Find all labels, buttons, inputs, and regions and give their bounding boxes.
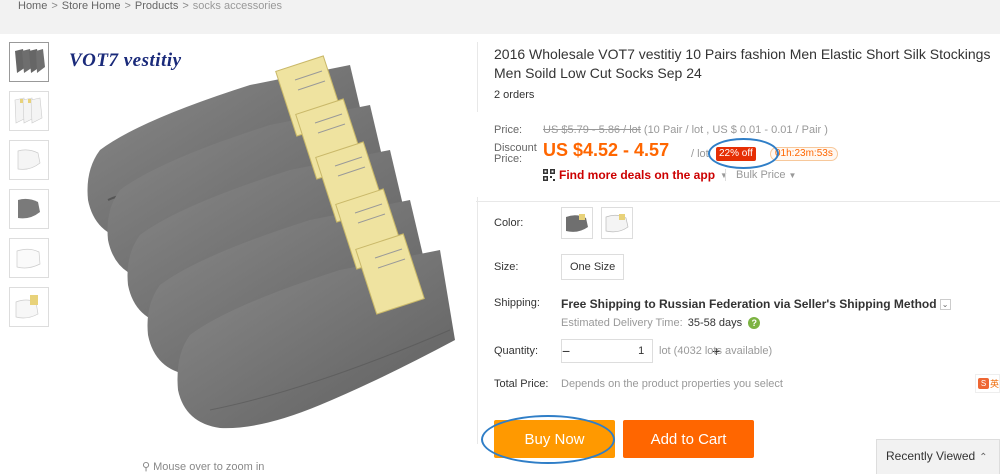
breadcrumb-separator: > bbox=[182, 0, 189, 12]
quantity-decrease-button[interactable]: − bbox=[562, 340, 570, 362]
breadcrumb-separator: > bbox=[51, 0, 58, 12]
original-price-value: US $5.79 - 5.86 / lot bbox=[543, 124, 641, 136]
delivery-days: 35-58 days bbox=[687, 317, 743, 329]
countdown-timer: 01h:23m:53s bbox=[770, 147, 838, 161]
color-option-grey[interactable] bbox=[561, 207, 593, 239]
app-deals-link[interactable]: Find more deals on the app ▼ bbox=[543, 168, 728, 182]
zoom-hint: ⚲ Mouse over to zoom in bbox=[142, 460, 264, 473]
white-socks-tag-icon bbox=[15, 295, 39, 319]
discount-price-label: Discount Price: bbox=[494, 142, 537, 165]
grey-socks-icon bbox=[15, 49, 45, 73]
white-sock-swatch-icon bbox=[605, 214, 629, 233]
sogou-icon: S bbox=[978, 378, 989, 389]
chevron-up-icon: ⌃ bbox=[979, 452, 988, 463]
main-product-image[interactable]: VOT7 vestitiy bbox=[60, 40, 470, 460]
thumbnail-white-pair-tagged[interactable] bbox=[9, 287, 49, 327]
annotation-circle bbox=[708, 138, 779, 169]
per-lot-unit: / lot bbox=[691, 148, 709, 160]
quantity-label: Quantity: bbox=[494, 345, 539, 357]
thumbnail-grey-five-pairs[interactable] bbox=[9, 42, 49, 82]
delivery-time: Estimated Delivery Time: 35-58 days ? bbox=[561, 317, 761, 330]
breadcrumb-store-home[interactable]: Store Home bbox=[62, 0, 121, 12]
price-box: Price: US $5.79 - 5.86 / lot (10 Pair / … bbox=[476, 112, 1000, 197]
chevron-down-icon[interactable]: ⌄ bbox=[939, 299, 951, 311]
total-price-note: Depends on the product properties you se… bbox=[561, 378, 783, 390]
original-price-note: (10 Pair / lot , US $ 0.01 - 0.01 / Pair… bbox=[643, 124, 828, 136]
sale-price: US $4.52 - 4.57 bbox=[543, 140, 670, 160]
original-price: US $5.79 - 5.86 / lot (10 Pair / lot , U… bbox=[543, 124, 828, 136]
zoom-hint-text: Mouse over to zoom in bbox=[153, 461, 265, 473]
breadcrumb: Home > Store Home > Products > socks accessori… bbox=[18, 0, 282, 16]
size-option[interactable]: One Size bbox=[561, 254, 625, 280]
bulk-price-text: Bulk Price bbox=[736, 169, 786, 181]
help-icon[interactable]: ? bbox=[748, 317, 761, 330]
shipping-label: Shipping: bbox=[494, 297, 540, 309]
thumbnail-white-single[interactable] bbox=[9, 140, 49, 180]
magnifier-icon: ⚲ bbox=[142, 461, 154, 473]
bulk-price-dropdown[interactable]: Bulk Price ▼ bbox=[725, 169, 796, 181]
white-sock-icon bbox=[17, 149, 41, 170]
order-count[interactable]: 2 orders bbox=[494, 89, 534, 101]
recently-viewed-tab[interactable]: Recently Viewed ⌃ bbox=[876, 439, 1000, 474]
caret-down-icon: ▼ bbox=[788, 171, 797, 180]
white-sock-icon bbox=[16, 248, 41, 269]
translate-widget-text: 英 bbox=[989, 379, 999, 389]
product-title: 2016 Wholesale VOT7 vestitiy 10 Pairs fa… bbox=[494, 46, 991, 81]
brand-watermark: VOT7 vestitiy bbox=[69, 50, 182, 71]
shipping-method[interactable]: Free Shipping to Russian Federation via … bbox=[561, 297, 951, 311]
breadcrumb-current[interactable]: socks accessories bbox=[193, 0, 282, 12]
color-label: Color: bbox=[494, 217, 524, 229]
product-panel: VOT7 vestitiy ⚲ Mouse over to zoom in 20… bbox=[0, 34, 1000, 474]
color-option-white[interactable] bbox=[601, 207, 633, 239]
shipping-method-text: Free Shipping to Russian Federation via … bbox=[561, 297, 937, 311]
thumbnail-grey-single[interactable] bbox=[9, 189, 49, 229]
delivery-label: Estimated Delivery Time: bbox=[561, 317, 683, 329]
thumbnail-list bbox=[9, 42, 51, 336]
thumbnail-white-single-2[interactable] bbox=[9, 238, 49, 278]
breadcrumb-products[interactable]: Products bbox=[135, 0, 178, 12]
grey-sock-icon bbox=[18, 198, 40, 219]
buy-now-button[interactable]: Buy Now bbox=[494, 420, 615, 458]
price-label: Price: bbox=[494, 124, 523, 136]
divider bbox=[476, 201, 1000, 202]
breadcrumb-home[interactable]: Home bbox=[18, 0, 47, 12]
breadcrumb-separator: > bbox=[124, 0, 131, 12]
white-socks-icon bbox=[14, 97, 43, 124]
total-price-label: Total Price: bbox=[494, 378, 549, 390]
app-deals-text: Find more deals on the app bbox=[559, 168, 716, 182]
socks-illustration bbox=[87, 55, 455, 429]
quantity-stepper: − + bbox=[561, 339, 720, 363]
lots-available: lot (4032 lots available) bbox=[659, 345, 773, 357]
recently-viewed-label: Recently Viewed bbox=[886, 449, 976, 463]
qr-code-icon bbox=[543, 169, 555, 181]
thumbnail-white-five-pairs[interactable] bbox=[9, 91, 49, 131]
add-to-cart-button[interactable]: Add to Cart bbox=[623, 420, 754, 458]
translate-widget[interactable]: S英 bbox=[975, 374, 1000, 393]
divider bbox=[477, 42, 478, 444]
size-label: Size: bbox=[494, 261, 519, 273]
grey-sock-swatch-icon bbox=[566, 214, 588, 232]
